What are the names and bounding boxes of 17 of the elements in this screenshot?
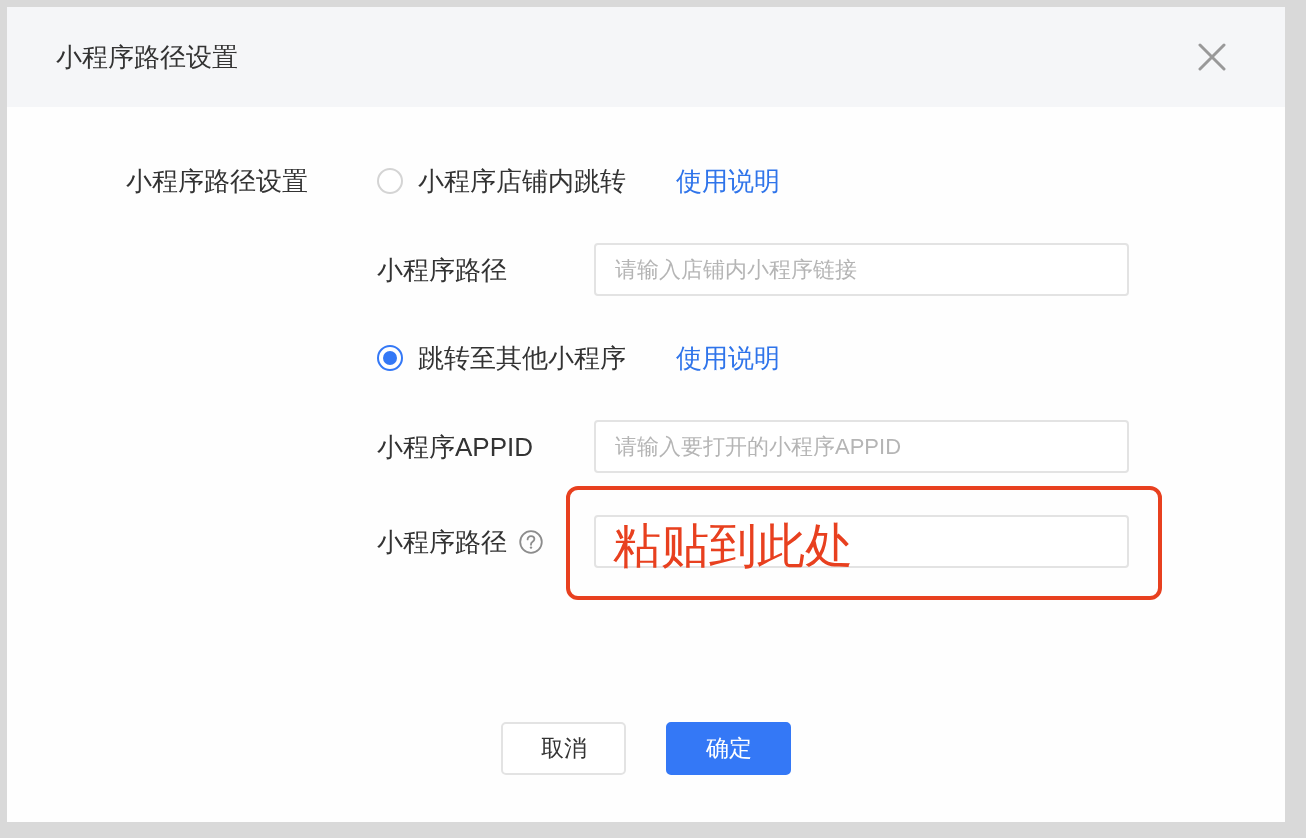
dialog-title: 小程序路径设置 <box>56 41 238 74</box>
cancel-button[interactable]: 取消 <box>501 722 626 775</box>
input-field[interactable]: 请输入店铺内小程序链接 <box>594 243 1129 296</box>
form-label: 小程序路径设置 <box>126 165 309 198</box>
confirm-button[interactable]: 确定 <box>666 722 791 775</box>
input-field[interactable] <box>594 515 1129 568</box>
option-label: 跳转至其他小程序 <box>418 342 627 375</box>
help-link[interactable]: 使用说明 <box>676 164 780 198</box>
close-icon[interactable] <box>1198 43 1226 71</box>
option-label: 小程序店铺内跳转 <box>418 165 627 198</box>
field-label: 小程序APPID <box>377 430 534 464</box>
input-field[interactable]: 请输入要打开的小程序APPID <box>594 420 1129 473</box>
field-label: 小程序路径 <box>377 525 507 559</box>
field-label: 小程序路径 <box>377 253 507 287</box>
annotation-text: 粘贴到此处 <box>613 518 853 574</box>
help-link[interactable]: 使用说明 <box>676 341 780 375</box>
radio-button[interactable] <box>377 345 403 371</box>
